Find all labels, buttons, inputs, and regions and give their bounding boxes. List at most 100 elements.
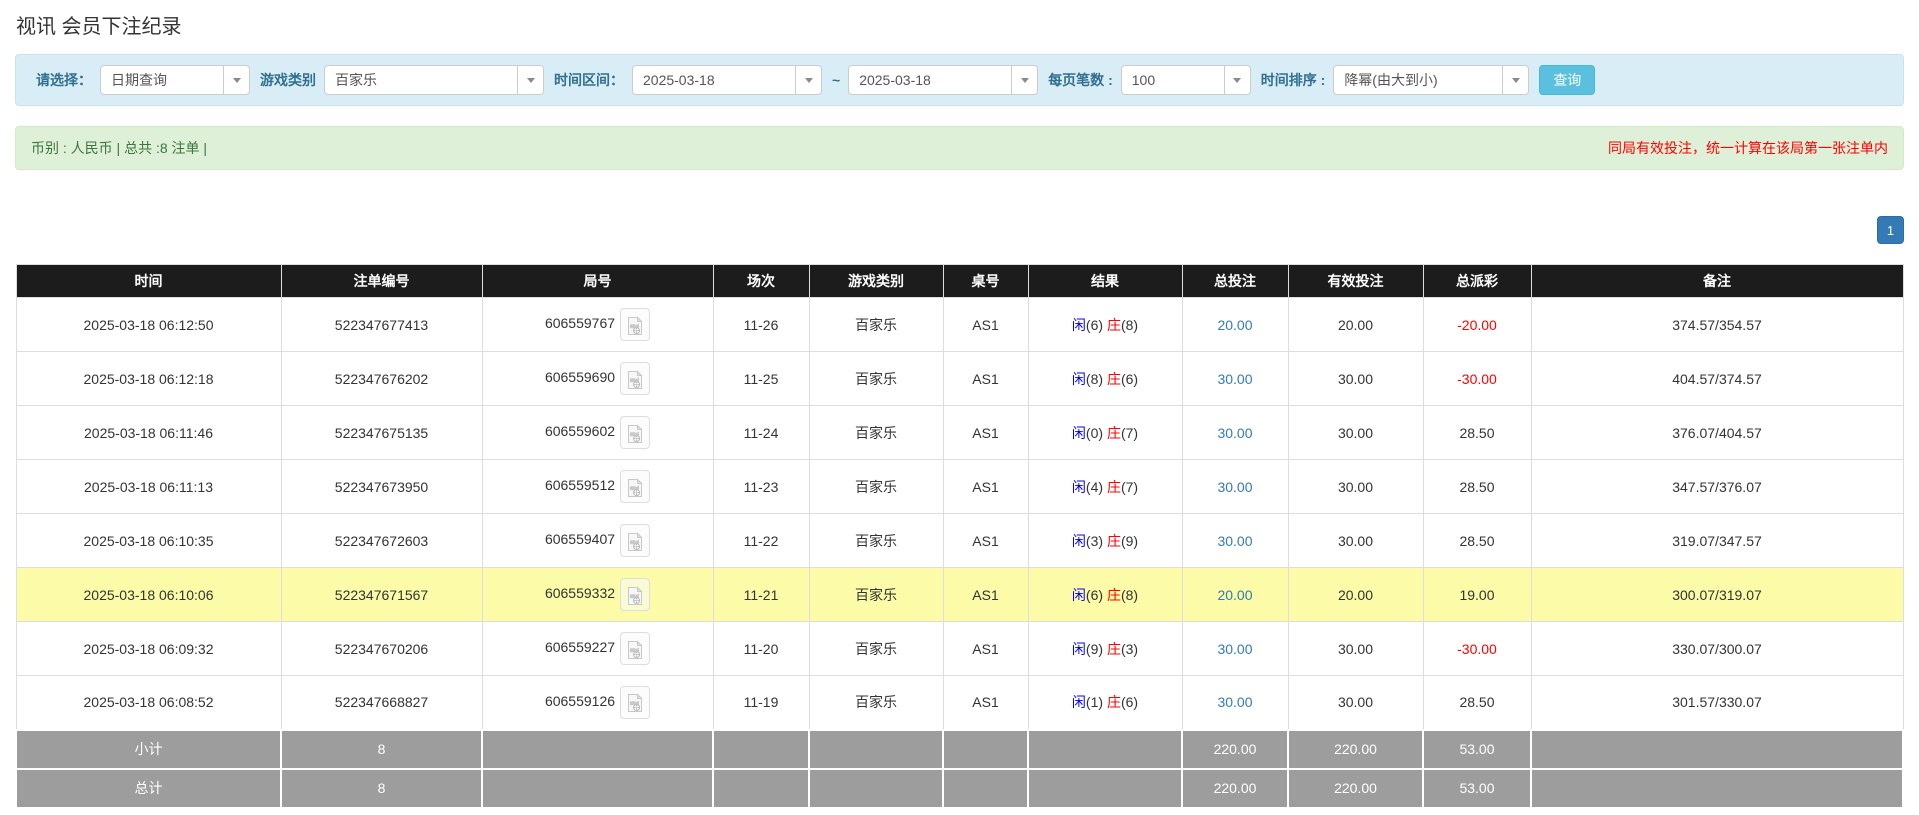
cell-session: 11-21	[712, 567, 810, 622]
col-round: 局号	[481, 264, 714, 298]
result-banker-label: 庄	[1106, 532, 1121, 549]
total-bet-link[interactable]: 30.00	[1217, 533, 1252, 549]
col-table: 桌号	[942, 264, 1029, 298]
cell-table: AS1	[942, 459, 1029, 514]
result-player-label: 闲	[1071, 586, 1086, 603]
cell-session: 11-24	[712, 405, 810, 460]
cell-result: 闲(6) 庄(8)	[1027, 567, 1183, 622]
result-banker-score: (7)	[1120, 478, 1139, 495]
cell-total-bet: 30.00	[1181, 351, 1289, 406]
sum-payout: 53.00	[1422, 767, 1532, 809]
result-banker-label: 庄	[1106, 316, 1121, 333]
subtotal-row: 小计 8 220.00 220.00 53.00	[15, 728, 1904, 770]
result-banker-label: 庄	[1106, 424, 1121, 441]
result-player-label: 闲	[1071, 478, 1086, 495]
cell-valid-bet: 30.00	[1287, 675, 1424, 730]
cell-session: 11-19	[712, 675, 810, 730]
table-row: 2025-03-18 06:11:46 522347675135 606559602…	[15, 405, 1904, 460]
cell-bet-id: 522347676202	[280, 351, 483, 406]
date-from-select[interactable]: 2025-03-18	[632, 65, 822, 95]
cell-game: 百家乐	[808, 351, 944, 406]
page-1-button[interactable]: 1	[1877, 216, 1904, 244]
video-file-icon	[628, 369, 643, 389]
video-replay-button[interactable]	[620, 308, 651, 341]
video-file-icon	[628, 693, 643, 713]
result-banker-label: 庄	[1106, 694, 1121, 711]
sum-count: 8	[280, 767, 483, 809]
range-separator: ~	[832, 72, 841, 88]
video-file-icon	[628, 477, 643, 497]
chevron-down-icon	[517, 66, 543, 94]
date-from-value: 2025-03-18	[643, 72, 715, 88]
date-to-select[interactable]: 2025-03-18	[848, 65, 1039, 95]
table-row: 2025-03-18 06:11:13 522347673950 606559512…	[15, 459, 1904, 514]
search-button[interactable]: 查询	[1539, 65, 1596, 95]
cell-remark: 376.07/404.57	[1530, 405, 1904, 460]
video-replay-button[interactable]	[620, 578, 651, 611]
cell-total-bet: 30.00	[1181, 459, 1289, 514]
total-bet-link[interactable]: 30.00	[1217, 641, 1252, 657]
video-file-icon	[628, 639, 643, 659]
result-banker-label: 庄	[1106, 370, 1121, 387]
cell-result: 闲(8) 庄(6)	[1027, 351, 1183, 406]
video-replay-button[interactable]	[620, 416, 651, 449]
time-sort-select[interactable]: 降幂(由大到小)	[1333, 65, 1530, 95]
cell-bet-id: 522347673950	[280, 459, 483, 514]
cell-payout: -20.00	[1422, 297, 1532, 352]
cell-game: 百家乐	[808, 567, 944, 622]
video-replay-button[interactable]	[620, 632, 651, 665]
result-player-label: 闲	[1071, 532, 1086, 549]
video-replay-button[interactable]	[620, 362, 651, 395]
cell-game: 百家乐	[808, 621, 944, 676]
per-page-select[interactable]: 100	[1120, 65, 1251, 95]
result-banker-score: (8)	[1120, 586, 1139, 603]
per-page-value: 100	[1131, 72, 1156, 88]
col-total-bet: 总投注	[1181, 264, 1289, 298]
chevron-down-icon	[795, 66, 821, 94]
result-banker-score: (3)	[1120, 640, 1139, 657]
cell-payout: 28.50	[1422, 459, 1532, 514]
cell-total-bet: 20.00	[1181, 297, 1289, 352]
result-player-label: 闲	[1071, 316, 1086, 333]
total-bet-link[interactable]: 30.00	[1217, 371, 1252, 387]
cell-result: 闲(1) 庄(6)	[1027, 675, 1183, 730]
col-session: 场次	[712, 264, 810, 298]
query-type-select[interactable]: 日期查询	[100, 65, 250, 95]
col-valid-bet: 有效投注	[1287, 264, 1424, 298]
cell-round: 606559512	[481, 459, 714, 514]
cell-table: AS1	[942, 351, 1029, 406]
game-category-value: 百家乐	[335, 72, 377, 88]
result-player-score: (4)	[1085, 478, 1104, 495]
col-game: 游戏类别	[808, 264, 944, 298]
cell-payout: 28.50	[1422, 513, 1532, 568]
cell-total-bet: 30.00	[1181, 405, 1289, 460]
game-category-select[interactable]: 百家乐	[324, 65, 544, 95]
result-player-label: 闲	[1071, 370, 1086, 387]
total-bet-link[interactable]: 30.00	[1217, 694, 1252, 710]
result-banker-score: (9)	[1120, 532, 1139, 549]
result-player-label: 闲	[1071, 694, 1086, 711]
table-row: 2025-03-18 06:10:06 522347671567 606559332…	[15, 567, 1904, 622]
cell-session: 11-20	[712, 621, 810, 676]
table-row: 2025-03-18 06:12:50 522347677413 606559767…	[15, 297, 1904, 352]
table-row: 2025-03-18 06:12:18 522347676202 606559690…	[15, 351, 1904, 406]
video-replay-button[interactable]	[620, 470, 651, 503]
video-replay-button[interactable]	[620, 524, 651, 557]
col-time: 时间	[15, 264, 282, 298]
total-bet-link[interactable]: 20.00	[1217, 317, 1252, 333]
cell-time: 2025-03-18 06:08:52	[15, 675, 282, 730]
round-number: 606559332	[544, 585, 616, 602]
cell-game: 百家乐	[808, 459, 944, 514]
cell-round: 606559602	[481, 405, 714, 460]
total-bet-link[interactable]: 30.00	[1217, 479, 1252, 495]
cell-game: 百家乐	[808, 675, 944, 730]
round-number: 606559512	[544, 477, 616, 494]
video-replay-button[interactable]	[620, 685, 651, 719]
summary-currency-count: 币别 : 人民币 | 总共 :8 注单 |	[31, 140, 208, 156]
total-bet-link[interactable]: 20.00	[1217, 587, 1252, 603]
cell-bet-id: 522347668827	[280, 675, 483, 730]
total-bet-link[interactable]: 30.00	[1217, 425, 1252, 441]
cell-time: 2025-03-18 06:10:06	[15, 567, 282, 622]
cell-session: 11-25	[712, 351, 810, 406]
table-row: 2025-03-18 06:08:52 522347668827 606559126…	[15, 675, 1904, 730]
